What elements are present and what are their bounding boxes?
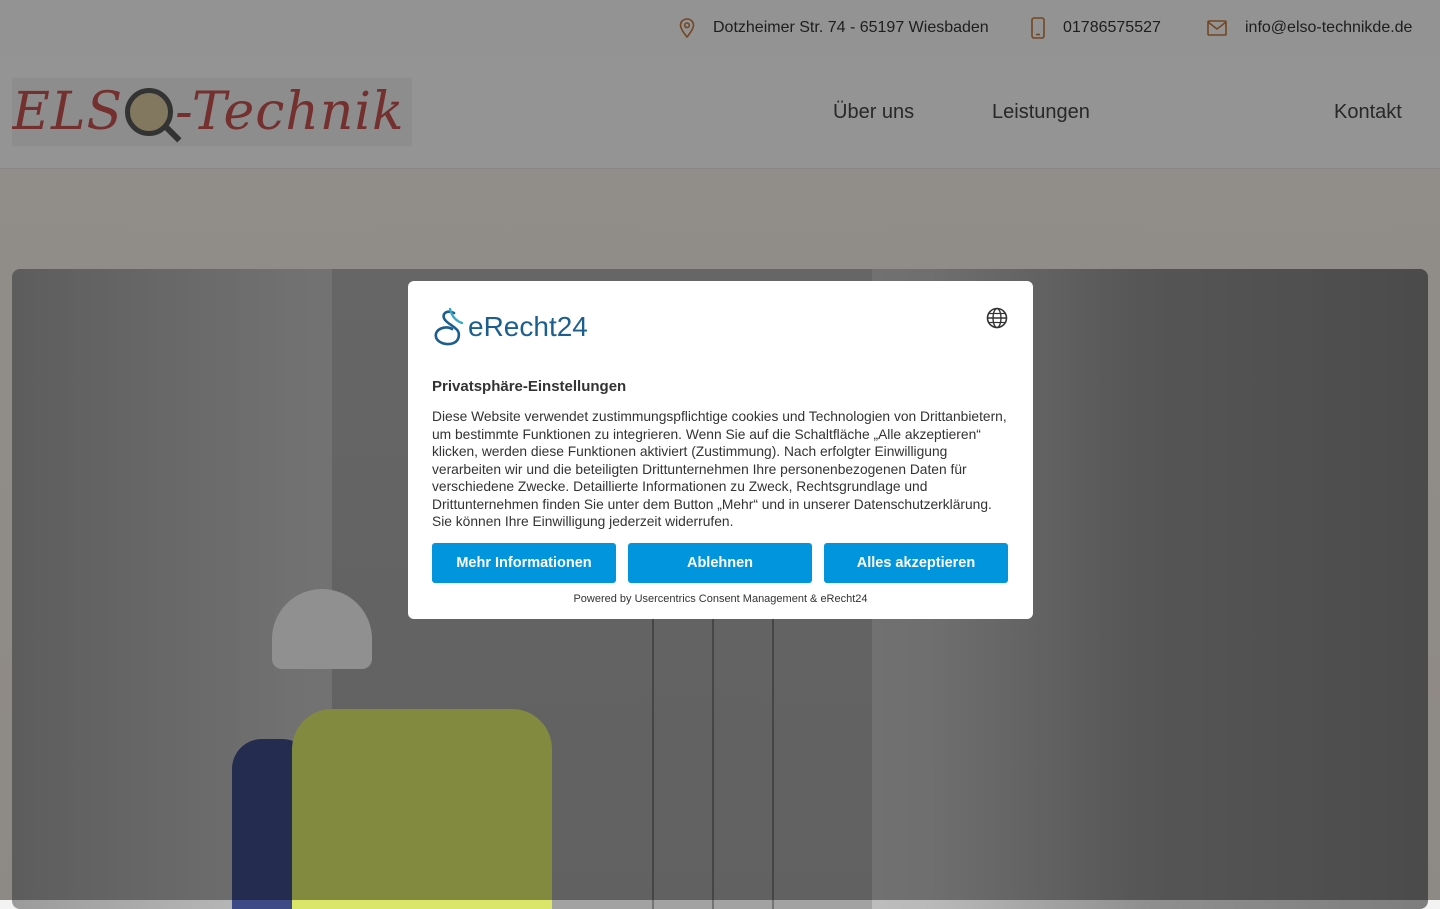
more-information-button[interactable]: Mehr Informationen [432,543,616,583]
consent-description: Diese Website verwendet zustimmungspflic… [432,409,1007,529]
erecht24-wordmark: eRecht24 [468,311,588,342]
powered-by-text: Powered by Usercentrics Consent Manageme… [573,593,868,605]
language-globe-icon[interactable] [986,307,1008,329]
erecht24-brand: eRecht24 [432,307,588,347]
consent-title: Privatsphäre-Einstellungen [432,378,627,395]
deny-button[interactable]: Ablehnen [628,543,812,583]
accept-all-button[interactable]: Alles akzeptieren [824,543,1008,583]
consent-dialog: eRecht24 Privatsphäre-Einstellungen Dies… [408,281,1033,619]
erecht24-logo-icon [434,307,464,346]
